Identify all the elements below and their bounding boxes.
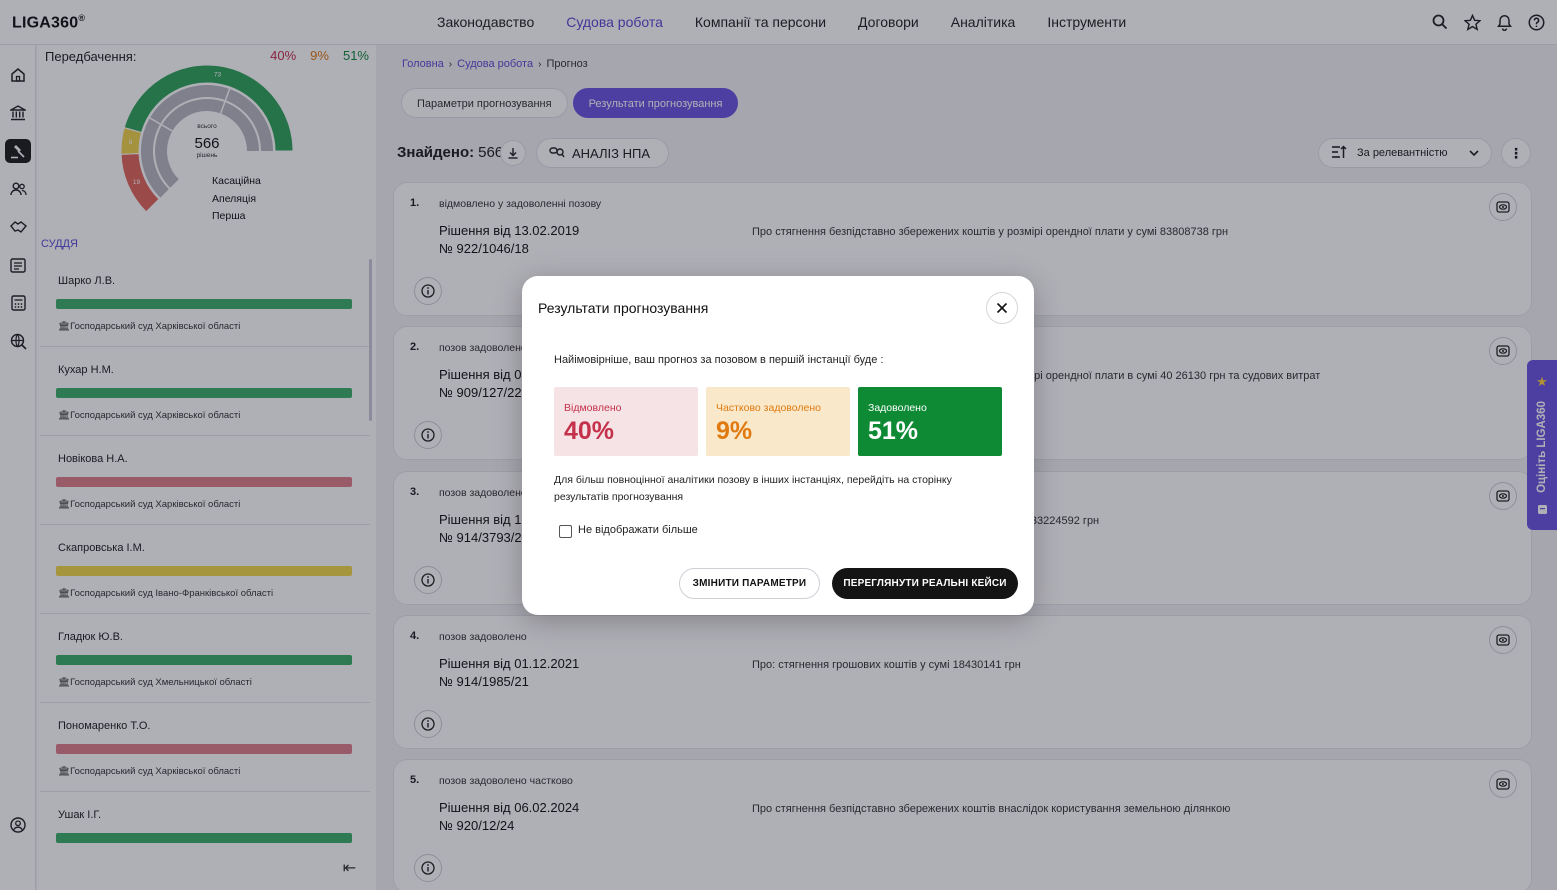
dont-show-again-checkbox[interactable] (559, 525, 572, 538)
result-box-partial: Частково задоволено 9% (706, 387, 850, 456)
result-value: 9% (716, 417, 753, 445)
view-real-cases-button[interactable]: ПЕРЕГЛЯНУТИ РЕАЛЬНІ КЕЙСИ (832, 568, 1018, 599)
result-label: Задоволено (868, 402, 927, 414)
prediction-results-modal: Результати прогнозування Найімовірніше, … (522, 276, 1034, 615)
result-value: 51% (868, 417, 919, 445)
result-value: 40% (564, 417, 615, 445)
change-parameters-button[interactable]: ЗМІНИТИ ПАРАМЕТРИ (679, 568, 820, 599)
dont-show-again-label[interactable]: Не відображати більше (578, 524, 698, 536)
result-box-denied: Відмовлено 40% (554, 387, 698, 456)
modal-note: Для більш повноцінної аналітики позову в… (554, 474, 952, 503)
result-box-granted: Задоволено 51% (858, 387, 1002, 456)
modal-title: Результати прогнозування (538, 300, 709, 316)
result-label: Відмовлено (564, 402, 622, 414)
result-label: Частково задоволено (716, 402, 821, 414)
modal-question: Найімовірніше, ваш прогноз за позовом в … (554, 354, 884, 366)
close-icon[interactable] (986, 292, 1018, 324)
